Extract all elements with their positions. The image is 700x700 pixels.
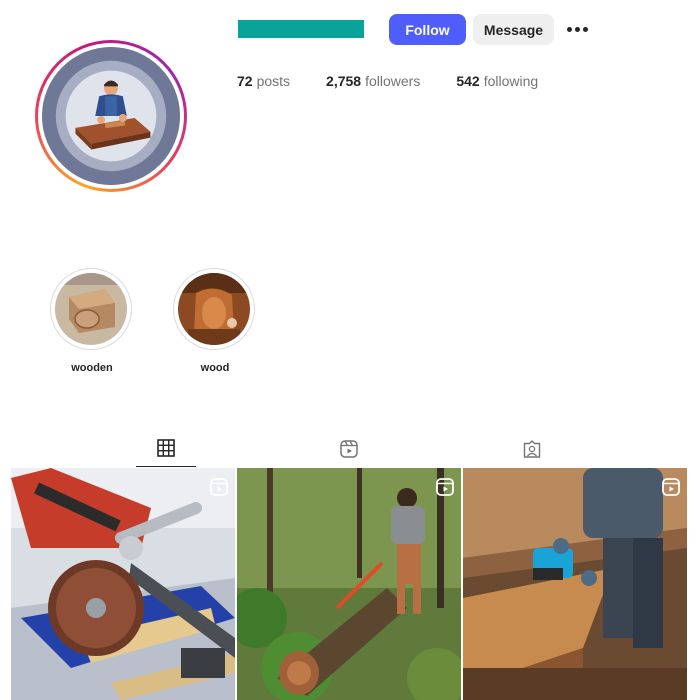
highlight-wooden[interactable]: wooden	[50, 268, 134, 374]
wood-planing-image	[463, 468, 687, 700]
highlight-wood[interactable]: wood	[173, 268, 257, 374]
username-redacted	[238, 20, 364, 38]
stat-label: following	[483, 73, 539, 89]
tagged-icon	[523, 439, 541, 458]
highlight-thumbnail	[55, 273, 127, 345]
stat-following[interactable]: 542 following	[456, 73, 538, 89]
post-tile[interactable]	[237, 468, 461, 700]
angle-grinder-image	[11, 468, 235, 700]
reel-badge-icon	[662, 478, 680, 496]
tab-tagged[interactable]	[502, 430, 562, 467]
reel-badge-icon	[436, 478, 454, 496]
stat-value: 2,758	[326, 73, 362, 89]
stat-label: followers	[365, 73, 421, 89]
tab-posts[interactable]	[136, 430, 196, 467]
profile-tabs	[11, 430, 687, 467]
highlight-thumbnail	[178, 273, 250, 345]
highlight-label: wood	[200, 362, 230, 374]
highlight-ring	[173, 268, 255, 350]
highlight-ring	[50, 268, 132, 350]
avatar-inner-ring	[38, 43, 184, 189]
highlight-label: wooden	[71, 362, 113, 374]
follow-button[interactable]: Follow	[389, 14, 466, 45]
stat-posts[interactable]: 72 posts	[237, 73, 290, 89]
stat-label: posts	[256, 73, 291, 89]
log-cutting-forest-image	[237, 468, 461, 700]
woodworker-avatar-icon	[42, 47, 180, 185]
stat-followers[interactable]: 2,758 followers	[326, 73, 420, 89]
post-tile[interactable]	[463, 468, 687, 700]
tab-reels[interactable]	[319, 430, 379, 467]
grid-icon	[157, 439, 175, 457]
more-horizontal-icon[interactable]	[565, 22, 589, 36]
post-tile[interactable]	[11, 468, 235, 700]
stat-value: 542	[456, 73, 480, 89]
profile-avatar[interactable]	[35, 40, 187, 192]
profile-stats: 72 posts 2,758 followers 542 following	[237, 73, 574, 89]
message-button[interactable]: Message	[473, 14, 554, 45]
posts-grid	[11, 468, 687, 700]
stat-value: 72	[237, 73, 253, 89]
reel-badge-icon	[210, 478, 228, 496]
reels-icon	[340, 439, 358, 458]
